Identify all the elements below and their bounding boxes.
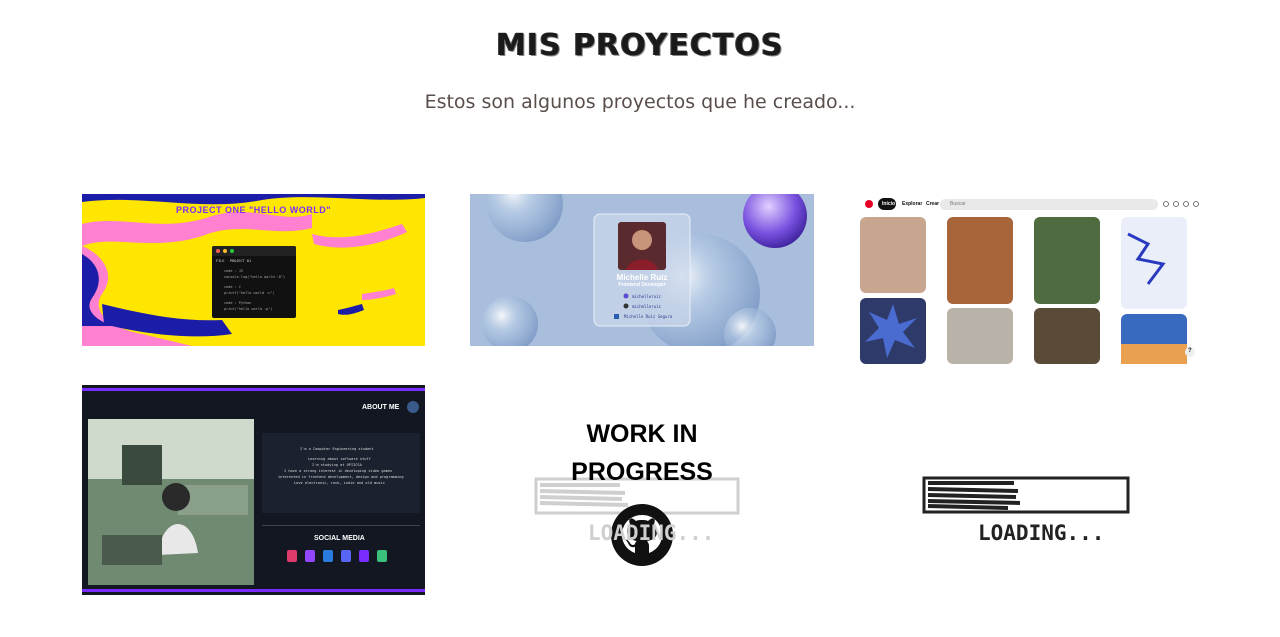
about-line: interested in frontend development, desi…	[278, 475, 404, 479]
about-line: Learning about software stuff	[308, 457, 371, 461]
pinterest-tab-create[interactable]: Crear	[926, 201, 939, 207]
social-media-title: SOCIAL MEDIA	[314, 535, 365, 542]
pinterest-search[interactable]: Buscar	[950, 201, 966, 207]
project-thumbnail-profile	[470, 194, 814, 346]
code-line: code : JS	[224, 269, 243, 273]
work-in-progress-title: WORK IN PROGRESS	[470, 415, 814, 491]
about-title: ABOUT ME	[362, 404, 400, 411]
window-tab-file: FILE	[216, 259, 225, 263]
project-card-loading[interactable]: LOADING...	[858, 385, 1202, 595]
project-card-pinterest[interactable]: Inicio Explorar Crear Buscar ?	[858, 194, 1202, 364]
about-line: I'm studying at UPIICSA	[312, 463, 362, 467]
code-line: printf("hello world :c")	[224, 291, 275, 295]
code-line: print("hello world :p")	[224, 307, 273, 311]
profile-link[interactable]: michelleruiz	[632, 294, 661, 299]
project-thumbnail-about-me	[82, 385, 425, 595]
about-line: I'm a Computer Engineering student	[300, 447, 374, 451]
page-subtitle: Estos son algunos proyectos que he cread…	[424, 91, 856, 113]
about-line: Love electronic, rock, indie and old mus…	[294, 481, 385, 485]
loading-text: LOADING...	[978, 521, 1105, 545]
profile-name: Michelle Ruiz	[616, 273, 668, 282]
page-title: MIS PROYECTOS	[496, 28, 784, 63]
pinterest-tab-home[interactable]: Inicio	[882, 201, 895, 207]
code-line: code : C	[224, 285, 241, 289]
pinterest-tab-explore[interactable]: Explorar	[902, 201, 922, 207]
project-thumbnail-hello-world	[82, 194, 425, 346]
wip-title-line1: WORK IN	[586, 420, 698, 448]
profile-link[interactable]: michelleruiz	[632, 304, 661, 309]
code-line: console.log("hello world :D")	[224, 275, 286, 279]
wip-title-line2: PROGRESS	[571, 458, 713, 486]
project-banner: PROJECT ONE "HELLO WORLD"	[176, 205, 332, 215]
project-card-profile[interactable]: Michelle Ruiz Frontend Developer michell…	[470, 194, 814, 346]
profile-link[interactable]: Michelle Ruiz Segura	[624, 314, 672, 319]
project-thumbnail-pinterest	[858, 194, 1202, 364]
profile-role: Frontend Developer	[618, 282, 666, 288]
about-line: I have a strong interest in developing v…	[284, 469, 393, 473]
loading-text-faded: LOADING...	[588, 521, 715, 545]
project-card-hello-world[interactable]: PROJECT ONE "HELLO WORLD" FILE PROJECT 0…	[82, 194, 425, 346]
window-tab-project: PROJECT 01	[230, 259, 252, 263]
loading-bar-illustration	[922, 476, 1130, 514]
project-card-about-me[interactable]: ABOUT ME I'm a Computer Engineering stud…	[82, 385, 425, 595]
code-line: code : Python	[224, 301, 252, 305]
help-icon[interactable]: ?	[1188, 348, 1192, 354]
